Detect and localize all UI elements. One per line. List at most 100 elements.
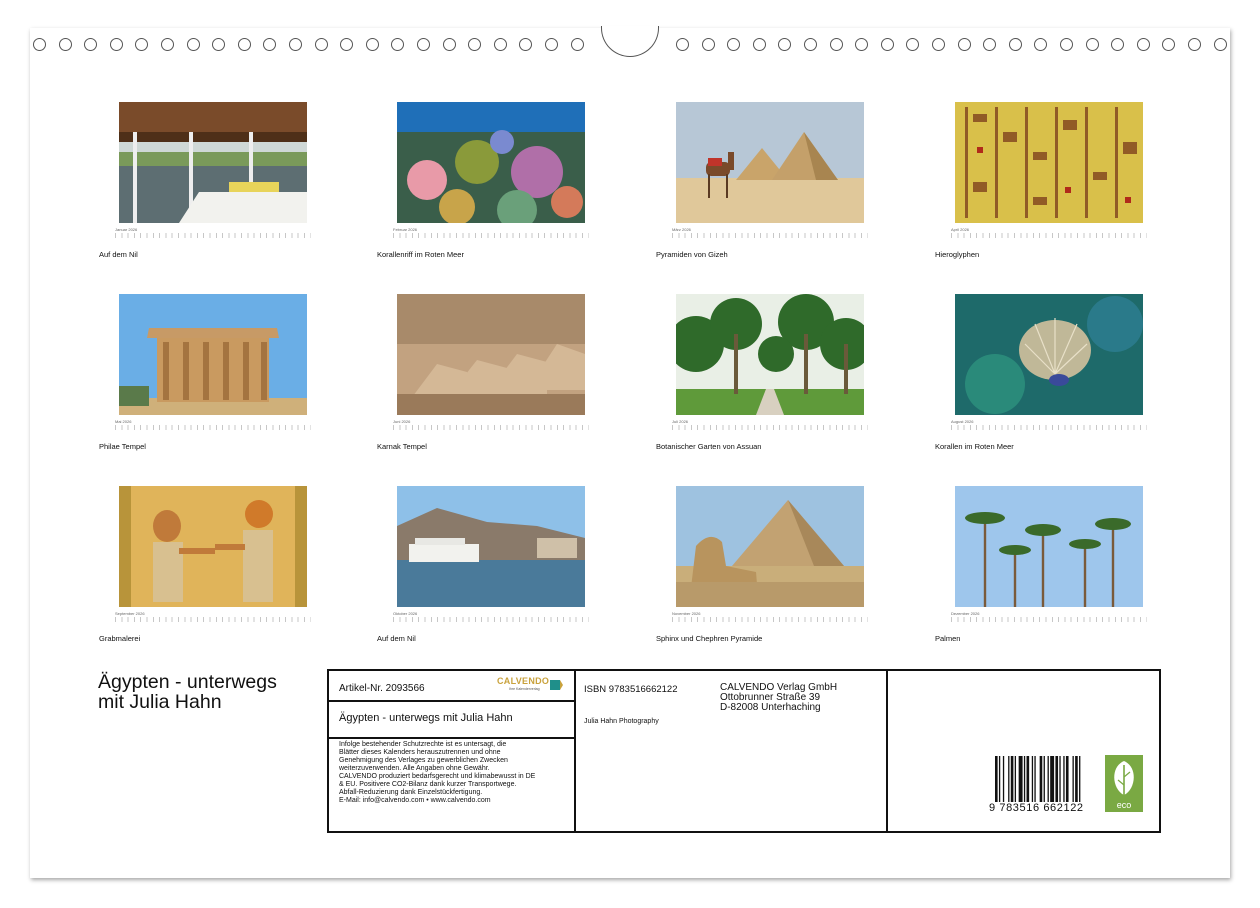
month-caption: Palmen [935, 634, 961, 643]
month-name: August 2026 [951, 419, 974, 424]
binding-ring [829, 38, 843, 51]
binding-ring [1034, 38, 1048, 51]
month-name: Oktober 2026 [393, 611, 418, 616]
binding-ring [701, 38, 715, 51]
month-calendar-strip: April 2026 [951, 227, 1147, 239]
eco-leaf-icon: eco [1114, 761, 1134, 810]
article-row: Artikel-Nr. 2093566 CALVENDO Ihre Kalend… [329, 671, 574, 702]
month-caption: Karnak Tempel [377, 442, 427, 451]
barcode-bar [1043, 756, 1045, 802]
month-name: Mai 2026 [115, 419, 132, 424]
barcode-bar [1055, 756, 1059, 802]
barcode-bar [1065, 756, 1069, 802]
binding-ring [314, 38, 328, 51]
barcode-bar [1079, 756, 1081, 802]
month-calendar-strip: September 2026 [115, 611, 311, 623]
calendar-back-page: Januar 2026 Auf dem Nil Februar 2026 Korall… [30, 26, 1230, 878]
month-calendar-strip: August 2026 [951, 419, 1147, 431]
binding-ring [340, 38, 354, 51]
barcode-bar [1034, 756, 1036, 802]
month-caption: Grabmalerei [99, 634, 141, 643]
binding-ring [880, 38, 894, 51]
barcode-bar [995, 756, 998, 802]
month-calendar-strip: Oktober 2026 [393, 611, 589, 623]
binding-ring [906, 38, 920, 51]
barcode-bar [1008, 756, 1010, 802]
binding-ring [804, 38, 817, 51]
legal-line: Blätter dieses Kalenders herauszutrennen… [339, 749, 501, 756]
binding-ring [1136, 38, 1150, 51]
month-caption: Sphinx und Chephren Pyramide [656, 634, 763, 643]
barcode-number: 9 783516 662122 [989, 802, 1084, 814]
day-numbers [393, 425, 589, 430]
day-numbers [115, 233, 311, 238]
binding-ring [1188, 38, 1201, 51]
author: Julia Hahn Photography [584, 718, 659, 725]
legal-line: E-Mail: info@calvendo.com • www.calvendo… [339, 797, 491, 804]
month-caption: Pyramiden von Gizeh [656, 250, 728, 259]
day-numbers [951, 617, 1147, 622]
legal-line: Infolge bestehender Schutzrechte ist es … [339, 741, 507, 748]
coral-reef-photo [397, 102, 585, 223]
binding-ring [161, 38, 174, 51]
month-calendar-strip: März 2026 [672, 227, 868, 239]
day-numbers [393, 233, 589, 238]
publisher-line: D-82008 Unterhaching [720, 702, 821, 713]
calendar-title: Ägypten - unterwegs mit Julia Hahn [98, 672, 277, 712]
binding-ring [1060, 38, 1073, 51]
binding-ring [1162, 38, 1176, 51]
legal-text: Infolge bestehender Schutzrechte ist es … [339, 741, 569, 805]
binding-ring [957, 38, 971, 51]
publisher-address: CALVENDO Verlag GmbH Ottobrunner Straße 3… [720, 683, 837, 713]
logo-text: CALVENDO [497, 676, 550, 686]
barcode-bar [1026, 756, 1030, 802]
calvendo-mark-icon [550, 680, 563, 690]
barcode-bar [1063, 756, 1065, 802]
month-name: März 2026 [672, 227, 691, 232]
barcode-bar [1014, 756, 1017, 802]
day-numbers [951, 233, 1147, 238]
month-name: Juli 2026 [672, 419, 689, 424]
month-calendar-strip: Juli 2026 [672, 419, 868, 431]
month-caption: Philae Tempel [99, 442, 146, 451]
binding-ring [1111, 38, 1125, 51]
info-box: Artikel-Nr. 2093566 CALVENDO Ihre Kalend… [327, 669, 1161, 833]
month-calendar-strip: November 2026 [672, 611, 868, 623]
title-line-2: mit Julia Hahn [98, 691, 222, 713]
barcode-bar [1023, 756, 1026, 802]
coral-photo [955, 294, 1143, 415]
tomb-painting-photo [119, 486, 307, 607]
karnak-sphinx-photo [397, 294, 585, 415]
title-line-1: Ägypten - unterwegs [98, 671, 277, 693]
barcode-bar [1018, 756, 1023, 802]
binding-ring [135, 38, 149, 51]
binding-ring [752, 38, 766, 51]
month-caption: Auf dem Nil [377, 634, 416, 643]
binding-ring [983, 38, 997, 51]
month-calendar-strip: Januar 2026 [115, 227, 311, 239]
barcode-bar [1072, 756, 1074, 802]
botanical-garden-photo [676, 294, 864, 415]
binding-ring [442, 38, 456, 51]
philae-temple-photo [119, 294, 307, 415]
day-numbers [115, 425, 311, 430]
month-calendar-strip: Mai 2026 [115, 419, 311, 431]
day-numbers [672, 233, 868, 238]
month-caption: Korallen im Roten Meer [935, 442, 1014, 451]
eco-badge: eco [1105, 755, 1143, 812]
binding-ring [1085, 38, 1099, 51]
hanger-cutout [601, 26, 659, 57]
binding-ring [932, 38, 945, 51]
info-column-left: Artikel-Nr. 2093566 CALVENDO Ihre Kalend… [329, 671, 576, 831]
month-calendar-strip: Dezember 2026 [951, 611, 1147, 623]
binding-ring [519, 38, 533, 51]
binding-ring [778, 38, 792, 51]
binding-ring [727, 38, 741, 51]
month-caption: Botanischer Garten von Assuan [656, 442, 762, 451]
month-name: Januar 2026 [115, 227, 138, 232]
eco-label: eco [1117, 800, 1132, 810]
binding-ring [1213, 38, 1227, 51]
day-numbers [672, 617, 868, 622]
month-name: Februar 2026 [393, 227, 418, 232]
barcode-bar [998, 756, 1001, 802]
